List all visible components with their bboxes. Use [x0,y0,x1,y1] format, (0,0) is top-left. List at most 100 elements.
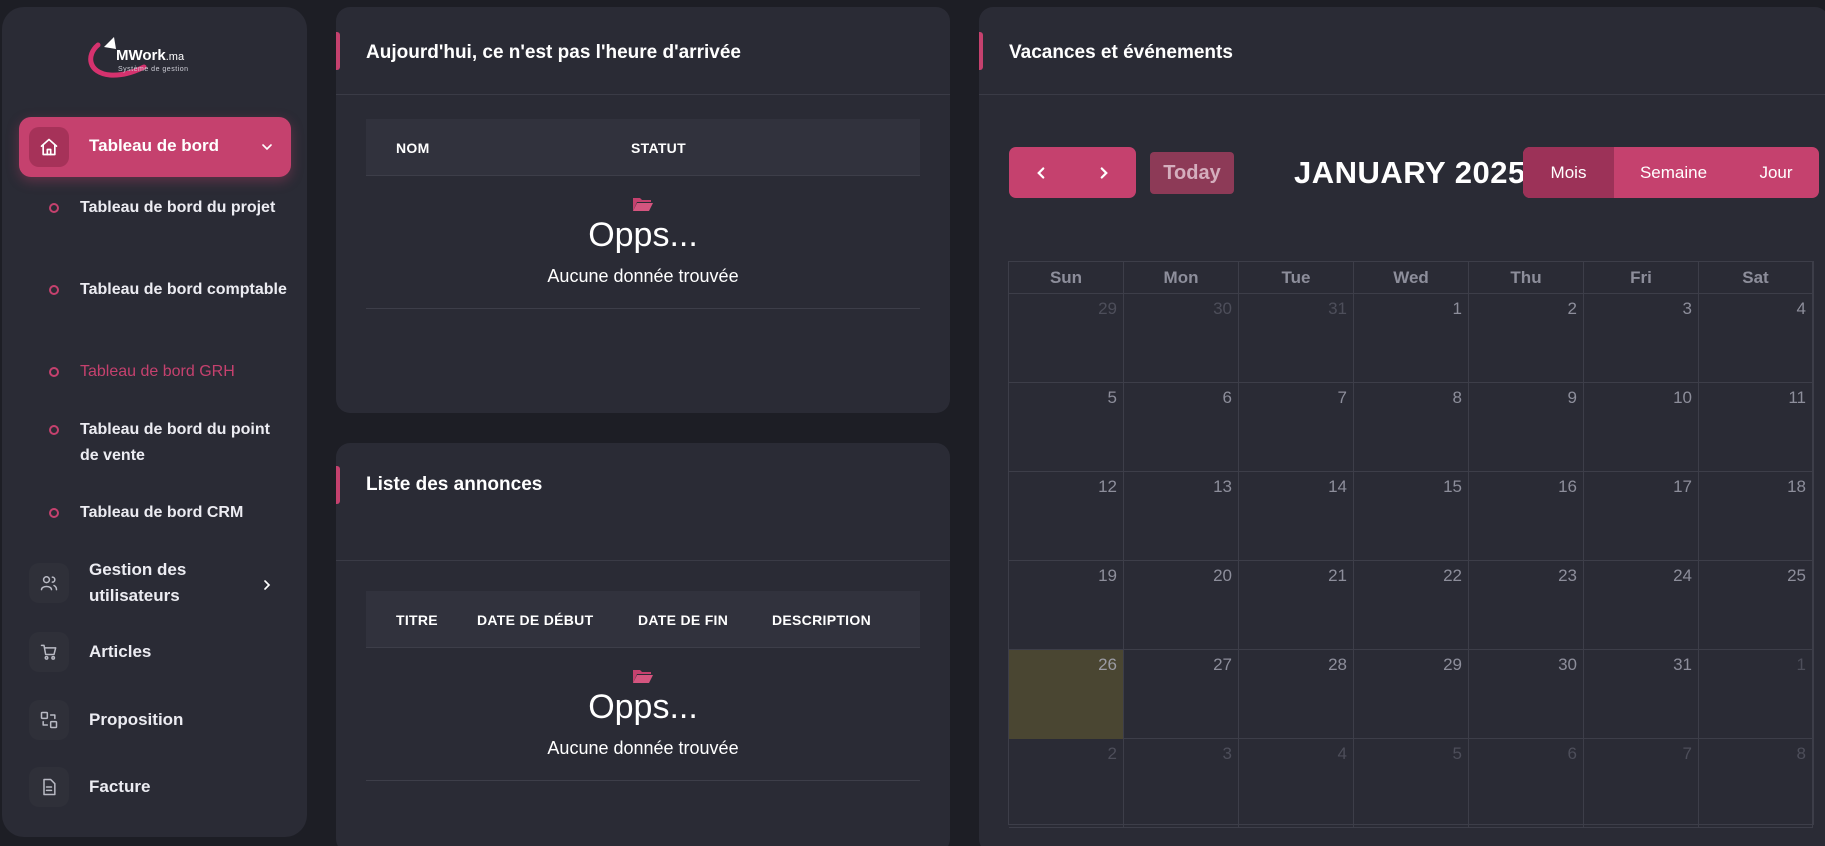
sidebar-item-dashboard[interactable]: Tableau de bord [19,117,291,177]
calendar-day[interactable]: 6 [1124,383,1239,472]
column-header-date-debut[interactable]: DATE DE DÉBUT [477,612,593,628]
calendar-day[interactable]: 10 [1584,383,1699,472]
card-header: Liste des annonces [336,443,950,561]
folder-open-icon [632,196,654,217]
sidebar-item-proposition[interactable]: Proposition [19,692,291,748]
calendar-day[interactable]: 31 [1584,650,1699,739]
calendar-day[interactable]: 30 [1124,294,1239,383]
calendar-day[interactable]: 22 [1354,561,1469,650]
calendar-day[interactable]: 4 [1239,739,1354,828]
column-header-titre[interactable]: TITRE [396,612,438,628]
table-header: TITRE DATE DE DÉBUT DATE DE FIN DESCRIPT… [366,591,920,648]
calendar-day[interactable]: 2 [1009,739,1124,828]
view-month-button[interactable]: Mois [1523,147,1614,198]
sidebar-item-label: Articles [89,642,152,661]
accent-bar [979,32,983,70]
calendar-day[interactable]: 2 [1469,294,1584,383]
calendar-day[interactable]: 8 [1699,739,1813,828]
sidebar-subitem-pos[interactable]: Tableau de bord du point de vente [80,417,290,469]
bullet-icon [49,508,59,518]
calendar-grid: Sun Mon Tue Wed Thu Fri Sat 29 30 31 1 2 3 4 5 6 7 8 9 10 1… [1008,261,1814,828]
calendar-day[interactable]: 11 [1699,383,1813,472]
accent-bar [336,32,340,70]
calendar-day[interactable]: 17 [1584,472,1699,561]
calendar-week-row: 26 27 28 29 30 31 1 [1009,650,1813,739]
calendar-day[interactable]: 9 [1469,383,1584,472]
next-month-button[interactable] [1072,147,1135,198]
empty-title: Opps... [588,216,698,254]
calendar-week-row: 29 30 31 1 2 3 4 [1009,294,1813,383]
home-icon [29,127,69,167]
calendar-day-today[interactable]: 26 [1009,650,1124,739]
invoice-icon [29,767,69,807]
empty-message: Aucune donnée trouvée [547,738,739,758]
folder-open-icon [632,668,654,689]
calendar-day[interactable]: 6 [1469,739,1584,828]
weekday-label: Tue [1239,262,1354,294]
calendar-day[interactable]: 25 [1699,561,1813,650]
sidebar-item-invoice[interactable]: Facture [19,759,291,815]
calendar-day[interactable]: 19 [1009,561,1124,650]
calendar-day[interactable]: 7 [1584,739,1699,828]
calendar-day[interactable]: 18 [1699,472,1813,561]
sidebar: MWork.ma Système de gestion Tableau de b… [2,7,307,837]
chevron-right-icon [259,577,275,598]
sidebar-subitem-project[interactable]: Tableau de bord du projet [80,195,290,221]
calendar-day[interactable]: 29 [1354,650,1469,739]
bullet-icon [49,285,59,295]
card-title: Vacances et événements [1009,42,1233,63]
calendar-day[interactable]: 21 [1239,561,1354,650]
calendar-day[interactable]: 1 [1699,650,1813,739]
calendar-day[interactable]: 14 [1239,472,1354,561]
sidebar-subitem-crm[interactable]: Tableau de bord CRM [80,500,290,526]
column-header-statut[interactable]: STATUT [631,140,686,156]
calendar-day[interactable]: 3 [1584,294,1699,383]
calendar-day[interactable]: 5 [1354,739,1469,828]
column-header-description[interactable]: DESCRIPTION [772,612,871,628]
brand-logo[interactable]: MWork.ma Système de gestion [84,33,214,85]
today-button[interactable]: Today [1150,152,1234,194]
empty-title: Opps... [588,688,698,726]
table-header: NOM STATUT [366,119,920,176]
bullet-icon [49,425,59,435]
weekday-label: Wed [1354,262,1469,294]
sidebar-subitem-hr[interactable]: Tableau de bord GRH [80,359,290,385]
calendar-day[interactable]: 24 [1584,561,1699,650]
sidebar-subitem-accounting[interactable]: Tableau de bord comptable [80,277,290,303]
view-day-button[interactable]: Jour [1733,147,1819,198]
arrival-card: Aujourd'hui, ce n'est pas l'heure d'arri… [336,7,950,413]
column-header-nom[interactable]: NOM [396,140,430,156]
calendar-day[interactable]: 16 [1469,472,1584,561]
empty-state: Opps... Aucune donnée trouvée [366,176,920,309]
sidebar-item-label: Proposition [89,710,184,729]
calendar-day[interactable]: 28 [1239,650,1354,739]
users-icon [29,563,69,603]
calendar-day[interactable]: 29 [1009,294,1124,383]
calendar-week-row: 12 13 14 15 16 17 18 [1009,472,1813,561]
sidebar-item-label: Tableau de bord [89,136,220,155]
calendar-day[interactable]: 3 [1124,739,1239,828]
calendar-day[interactable]: 20 [1124,561,1239,650]
calendar-day[interactable]: 8 [1354,383,1469,472]
calendar-day[interactable]: 7 [1239,383,1354,472]
calendar-day[interactable]: 4 [1699,294,1813,383]
calendar-day[interactable]: 5 [1009,383,1124,472]
prev-month-button[interactable] [1009,147,1072,198]
empty-state: Opps... Aucune donnée trouvée [366,648,920,781]
calendar-card: Vacances et événements Today JANUARY 202… [979,7,1825,846]
sidebar-item-users[interactable]: Gestion des utilisateurs [19,555,291,611]
calendar-day[interactable]: 23 [1469,561,1584,650]
calendar-day[interactable]: 31 [1239,294,1354,383]
card-header: Aujourd'hui, ce n'est pas l'heure d'arri… [336,7,950,95]
calendar-day[interactable]: 1 [1354,294,1469,383]
sidebar-item-articles[interactable]: Articles [19,624,291,680]
column-header-date-fin[interactable]: DATE DE FIN [638,612,728,628]
calendar-day[interactable]: 30 [1469,650,1584,739]
calendar-day[interactable]: 13 [1124,472,1239,561]
weekday-label: Thu [1469,262,1584,294]
calendar-day[interactable]: 12 [1009,472,1124,561]
view-week-button[interactable]: Semaine [1614,147,1733,198]
announcements-card: Liste des annonces TITRE DATE DE DÉBUT D… [336,443,950,846]
calendar-day[interactable]: 27 [1124,650,1239,739]
calendar-day[interactable]: 15 [1354,472,1469,561]
